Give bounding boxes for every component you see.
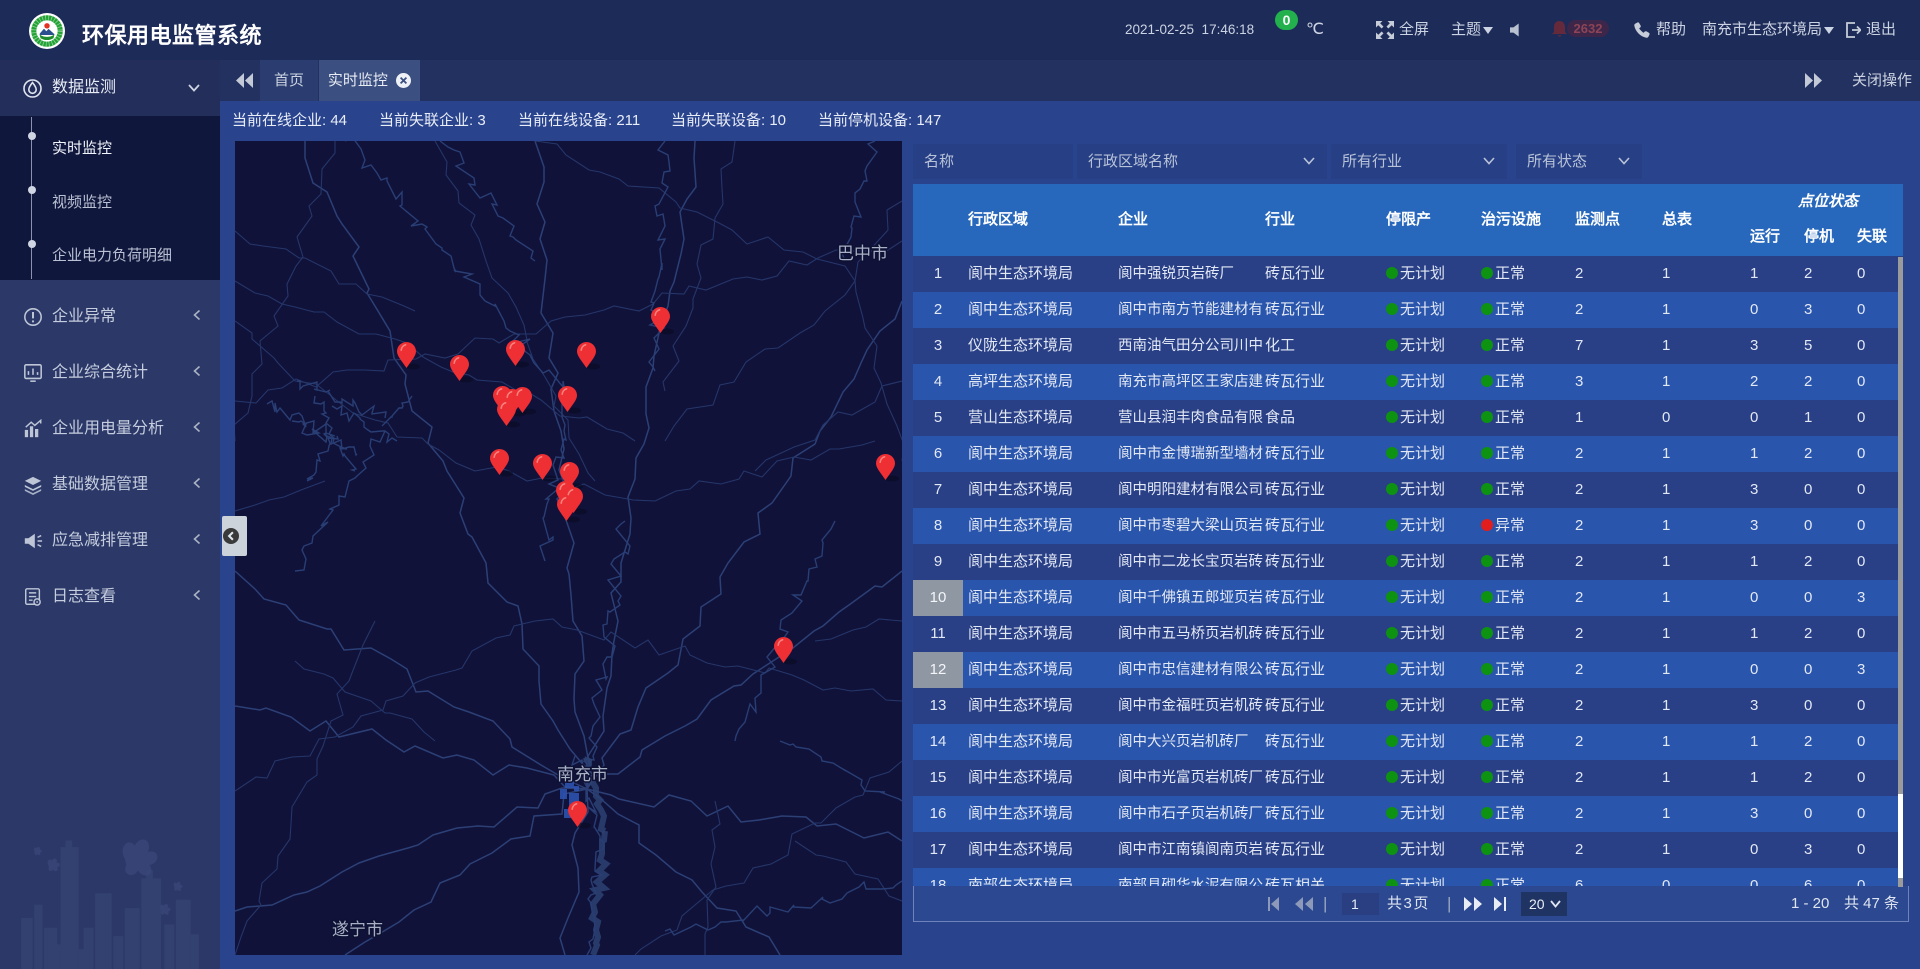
svg-text:南充市: 南充市 [557, 765, 608, 784]
svg-text:遂宁市: 遂宁市 [332, 920, 383, 939]
svg-text:巴中市: 巴中市 [837, 244, 888, 263]
